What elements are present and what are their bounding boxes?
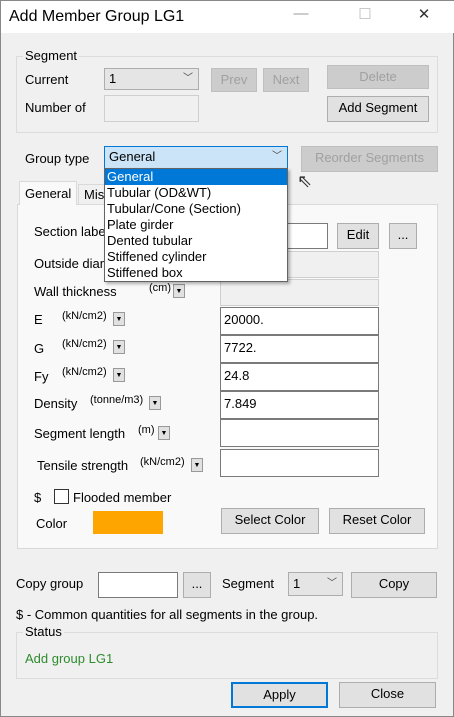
current-value: 1 bbox=[109, 71, 117, 86]
segment-group-label: Segment bbox=[23, 48, 80, 63]
segment-length-unit: (m) bbox=[138, 424, 155, 436]
density-input[interactable]: 7.849 bbox=[220, 391, 379, 419]
density-unit-dropdown-icon[interactable]: ▼ bbox=[149, 396, 161, 410]
current-segment-combo[interactable]: 1 ﹀ bbox=[104, 68, 199, 90]
density-unit: (tonne/m3) bbox=[90, 394, 144, 406]
e-unit: (kN/cm2) bbox=[62, 310, 107, 322]
wall-thickness-label: Wall thickness bbox=[34, 284, 117, 299]
number-of-label: Number of bbox=[25, 100, 86, 115]
flooded-member-label: Flooded member bbox=[73, 490, 172, 505]
title-bar: Add Member Group LG1 — ☐ ✕ bbox=[1, 1, 454, 33]
option-tubular-od-wt[interactable]: Tubular (OD&WT) bbox=[105, 185, 287, 201]
group-type-value: General bbox=[109, 149, 156, 164]
prev-button[interactable]: Prev bbox=[211, 68, 257, 92]
g-label: G bbox=[34, 341, 45, 356]
edit-button[interactable]: Edit bbox=[337, 223, 379, 249]
common-quantities-note: $ - Common quantities for all segments i… bbox=[16, 607, 319, 622]
g-unit-dropdown-icon[interactable]: ▼ bbox=[113, 340, 125, 354]
close-window-button[interactable]: ✕ bbox=[404, 5, 444, 23]
section-label-label: Section label bbox=[34, 224, 109, 239]
current-label: Current bbox=[25, 72, 69, 87]
reorder-segments-button[interactable]: Reorder Segments bbox=[301, 146, 438, 172]
option-stiffened-cylinder[interactable]: Stiffened cylinder bbox=[105, 249, 287, 265]
status-text: Add group LG1 bbox=[25, 651, 114, 666]
copy-segment-combo[interactable]: 1 ﹀ bbox=[288, 572, 343, 596]
group-type-label: Group type bbox=[25, 151, 90, 166]
apply-button[interactable]: Apply bbox=[231, 682, 328, 708]
tab-general[interactable]: General bbox=[19, 181, 77, 205]
wall-thickness-field bbox=[220, 279, 379, 306]
chevron-down-icon: ﹀ bbox=[183, 73, 193, 84]
option-stiffened-box[interactable]: Stiffened box bbox=[105, 265, 287, 281]
e-unit-dropdown-icon[interactable]: ▼ bbox=[113, 312, 125, 326]
chevron-down-icon: ﹀ bbox=[272, 151, 282, 162]
status-label: Status bbox=[23, 624, 64, 639]
flooded-member-checkbox[interactable] bbox=[54, 489, 69, 504]
g-unit: (kN/cm2) bbox=[62, 338, 107, 350]
copy-segment-label: Segment bbox=[222, 576, 275, 591]
copy-group-label: Copy group bbox=[16, 576, 84, 591]
segment-length-label: Segment length bbox=[34, 426, 126, 441]
next-button[interactable]: Next bbox=[263, 68, 309, 92]
wall-unit-dropdown-icon[interactable]: ▼ bbox=[173, 284, 185, 298]
segment-length-unit-dropdown-icon[interactable]: ▼ bbox=[158, 426, 170, 440]
group-type-dropdown-list: General Tubular (OD&WT) Tubular/Cone (Se… bbox=[104, 168, 288, 282]
option-tubular-cone[interactable]: Tubular/Cone (Section) bbox=[105, 201, 287, 217]
tensile-strength-label: Tensile strength bbox=[37, 458, 129, 473]
add-segment-button[interactable]: Add Segment bbox=[327, 96, 429, 122]
delete-button[interactable]: Delete bbox=[327, 65, 429, 89]
wall-thickness-unit: (cm) bbox=[149, 282, 171, 294]
close-button[interactable]: Close bbox=[339, 682, 436, 708]
copy-group-input[interactable] bbox=[98, 572, 178, 598]
reset-color-button[interactable]: Reset Color bbox=[329, 508, 425, 534]
window-title: Add Member Group LG1 bbox=[9, 8, 185, 25]
minimize-button[interactable]: — bbox=[281, 5, 321, 22]
segment-length-input[interactable] bbox=[220, 419, 379, 447]
option-dented-tubular[interactable]: Dented tubular bbox=[105, 233, 287, 249]
tensile-unit-dropdown-icon[interactable]: ▼ bbox=[191, 458, 203, 472]
maximize-button[interactable]: ☐ bbox=[345, 5, 385, 23]
select-color-button[interactable]: Select Color bbox=[221, 508, 319, 534]
group-type-combo[interactable]: General ﹀ bbox=[104, 146, 288, 169]
number-of-field bbox=[104, 95, 199, 122]
color-label: Color bbox=[36, 516, 68, 531]
mouse-cursor-icon: ⇖ bbox=[297, 171, 313, 191]
tensile-strength-unit: (kN/cm2) bbox=[140, 456, 185, 468]
dollar-marker: $ bbox=[34, 490, 42, 505]
g-input[interactable]: 7722. bbox=[220, 335, 379, 363]
copy-segment-value: 1 bbox=[293, 576, 301, 591]
option-general[interactable]: General bbox=[105, 169, 287, 185]
fy-unit-dropdown-icon[interactable]: ▼ bbox=[113, 368, 125, 382]
copy-group-browse-button[interactable]: ... bbox=[183, 572, 211, 598]
copy-button[interactable]: Copy bbox=[351, 572, 437, 598]
e-label: E bbox=[34, 312, 43, 327]
section-browse-button[interactable]: ... bbox=[389, 223, 417, 249]
density-label: Density bbox=[34, 396, 78, 411]
option-plate-girder[interactable]: Plate girder bbox=[105, 217, 287, 233]
color-swatch[interactable] bbox=[93, 511, 163, 534]
chevron-down-icon: ﹀ bbox=[327, 578, 337, 589]
tensile-strength-input[interactable] bbox=[220, 449, 379, 477]
fy-label: Fy bbox=[34, 369, 49, 384]
fy-unit: (kN/cm2) bbox=[62, 366, 107, 378]
fy-input[interactable]: 24.8 bbox=[220, 363, 379, 391]
e-input[interactable]: 20000. bbox=[220, 307, 379, 335]
